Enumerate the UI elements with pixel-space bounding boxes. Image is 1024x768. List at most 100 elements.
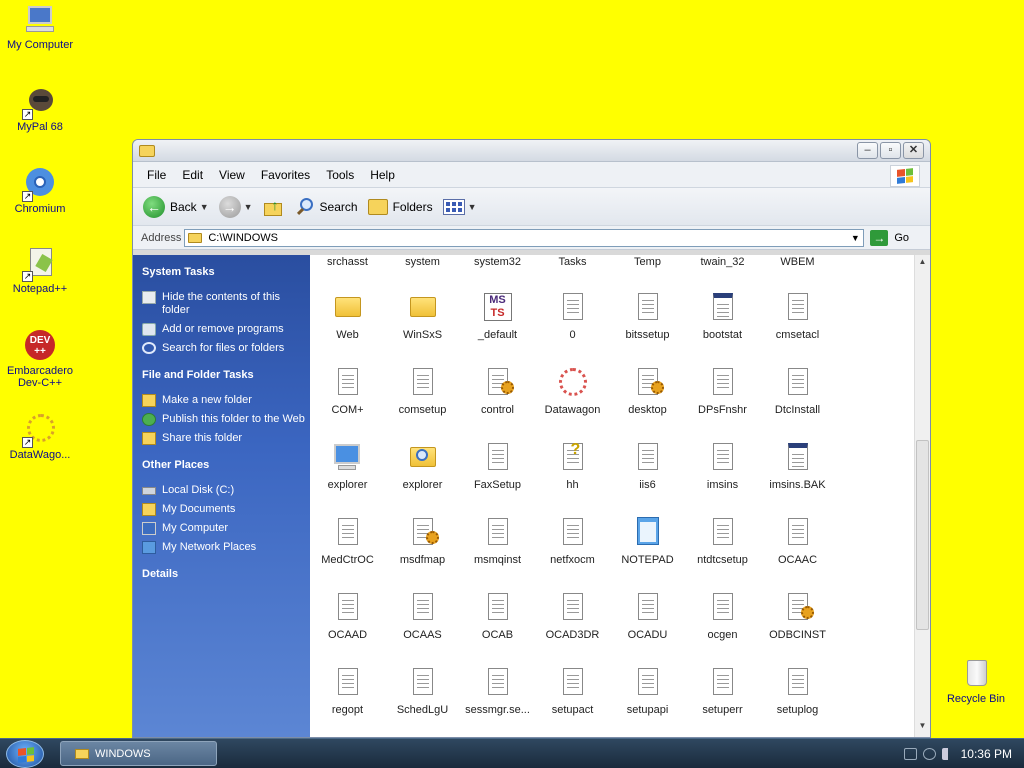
desktop-icon-recycle-bin[interactable]: Recycle Bin <box>936 658 1016 705</box>
address-input[interactable]: C:\WINDOWS ▼ <box>184 228 865 247</box>
file-item[interactable]: cmsetacl <box>760 291 835 341</box>
maximize-button[interactable]: ▫ <box>880 142 901 159</box>
file-item-label[interactable]: twain_32 <box>685 256 760 268</box>
vertical-scrollbar[interactable]: ▲ ▼ <box>914 255 930 737</box>
other-places-heading[interactable]: Other Places <box>142 459 310 471</box>
menu-view[interactable]: View <box>211 168 253 182</box>
file-item[interactable]: OCAAC <box>760 516 835 566</box>
new-folder-link[interactable]: Make a new folder <box>142 394 310 407</box>
file-item[interactable]: desktop <box>610 366 685 416</box>
file-item[interactable]: iis6 <box>610 441 685 491</box>
file-item[interactable]: bitssetup <box>610 291 685 341</box>
file-item[interactable]: DPsFnshr <box>685 366 760 416</box>
scroll-up-icon[interactable]: ▲ <box>915 257 930 271</box>
menu-file[interactable]: File <box>139 168 174 182</box>
file-item[interactable]: setupact <box>535 666 610 716</box>
search-button[interactable]: Search <box>295 197 358 217</box>
file-item[interactable]: OCAAD <box>310 591 385 641</box>
file-item[interactable]: comsetup <box>385 366 460 416</box>
network-icon[interactable] <box>922 747 936 760</box>
file-item[interactable]: SchedLgU <box>385 666 460 716</box>
file-item[interactable]: control <box>460 366 535 416</box>
scroll-thumb[interactable] <box>916 440 929 630</box>
file-item[interactable]: NOTEPAD <box>610 516 685 566</box>
up-folder-button[interactable]: ↑ <box>263 197 285 217</box>
desktop-icon-mypal[interactable]: ↗ MyPal 68 <box>0 86 80 133</box>
views-button[interactable]: ▼ <box>442 198 477 215</box>
file-item[interactable]: regopt <box>310 666 385 716</box>
start-button[interactable] <box>6 740 44 768</box>
file-item-label[interactable]: system <box>385 256 460 268</box>
file-list[interactable]: srchasst system system32 Tasks Temp twai… <box>310 255 914 737</box>
file-item[interactable]: ntdtcsetup <box>685 516 760 566</box>
file-item[interactable]: ODBCINST <box>760 591 835 641</box>
title-bar[interactable]: – ▫ ✕ <box>133 140 930 162</box>
add-remove-programs-link[interactable]: Add or remove programs <box>142 323 310 336</box>
forward-button[interactable]: → ▼ <box>218 195 253 218</box>
chevron-down-icon[interactable]: ▼ <box>244 202 253 212</box>
file-item[interactable]: Datawagon <box>535 366 610 416</box>
chevron-down-icon[interactable]: ▼ <box>468 202 477 212</box>
local-disk-link[interactable]: Local Disk (C:) <box>142 484 310 497</box>
file-item-label[interactable]: system32 <box>460 256 535 268</box>
clock[interactable]: 10:36 PM <box>961 747 1012 761</box>
file-folder-tasks-heading[interactable]: File and Folder Tasks <box>142 369 310 381</box>
file-item[interactable]: OCAB <box>460 591 535 641</box>
close-button[interactable]: ✕ <box>903 142 924 159</box>
chevron-down-icon[interactable]: ▼ <box>847 230 863 246</box>
menu-edit[interactable]: Edit <box>174 168 211 182</box>
file-item[interactable]: msdfmap <box>385 516 460 566</box>
desktop-icon-my-computer[interactable]: My Computer <box>0 4 80 51</box>
file-item[interactable]: explorer <box>310 441 385 491</box>
my-computer-link[interactable]: My Computer <box>142 522 310 535</box>
chevron-down-icon[interactable]: ▼ <box>200 202 209 212</box>
desktop-icon-notepadpp[interactable]: ↗ Notepad++ <box>0 248 80 295</box>
my-documents-link[interactable]: My Documents <box>142 503 310 516</box>
back-button[interactable]: ← Back ▼ <box>143 195 209 218</box>
publish-web-link[interactable]: Publish this folder to the Web <box>142 413 310 426</box>
file-item-label[interactable]: WBEM <box>760 256 835 268</box>
desktop-icon-chromium[interactable]: ↗ Chromium <box>0 168 80 215</box>
file-item[interactable]: setuplog <box>760 666 835 716</box>
file-item[interactable]: imsins.BAK <box>760 441 835 491</box>
desktop-icon-datawagon[interactable]: ↗ DataWago... <box>0 414 80 461</box>
menu-favorites[interactable]: Favorites <box>253 168 318 182</box>
go-button[interactable]: → Go <box>870 229 909 246</box>
file-item[interactable]: OCAD3DR <box>535 591 610 641</box>
folder-item[interactable]: WinSxS <box>385 291 460 341</box>
folder-item[interactable]: Web <box>310 291 385 341</box>
file-item[interactable]: DtcInstall <box>760 366 835 416</box>
file-item[interactable]: bootstat <box>685 291 760 341</box>
file-item[interactable]: ocgen <box>685 591 760 641</box>
file-item[interactable]: FaxSetup <box>460 441 535 491</box>
file-item[interactable]: sessmgr.se... <box>460 666 535 716</box>
share-folder-link[interactable]: Share this folder <box>142 432 310 445</box>
file-item[interactable]: OCADU <box>610 591 685 641</box>
folders-button[interactable]: Folders <box>367 198 433 215</box>
hide-contents-link[interactable]: Hide the contents of this folder <box>142 291 310 317</box>
file-item-label[interactable]: Temp <box>610 256 685 268</box>
file-item-label[interactable]: srchasst <box>310 256 385 268</box>
explorer-window[interactable]: – ▫ ✕ File Edit View Favorites Tools Hel… <box>132 139 931 738</box>
file-item[interactable]: OCAAS <box>385 591 460 641</box>
file-item-label[interactable]: Tasks <box>535 256 610 268</box>
search-files-link[interactable]: Search for files or folders <box>142 342 310 355</box>
system-tasks-heading[interactable]: System Tasks <box>142 266 310 278</box>
details-heading[interactable]: Details <box>142 568 310 580</box>
file-item[interactable]: 0 <box>535 291 610 341</box>
file-item[interactable]: explorer <box>385 441 460 491</box>
file-item[interactable]: netfxocm <box>535 516 610 566</box>
scroll-down-icon[interactable]: ▼ <box>915 721 930 735</box>
my-network-places-link[interactable]: My Network Places <box>142 541 310 554</box>
keyboard-icon[interactable] <box>903 747 917 760</box>
desktop-icon-devcpp[interactable]: DEV ++ Embarcadero Dev-C++ <box>0 330 80 389</box>
file-item[interactable]: setupapi <box>610 666 685 716</box>
file-item[interactable]: MS TS _default <box>460 291 535 341</box>
file-item[interactable]: ? hh <box>535 441 610 491</box>
file-item[interactable]: msmqinst <box>460 516 535 566</box>
taskbar-button-windows[interactable]: WINDOWS <box>60 741 217 766</box>
file-item[interactable]: COM+ <box>310 366 385 416</box>
minimize-button[interactable]: – <box>857 142 878 159</box>
file-item[interactable]: MedCtrOC <box>310 516 385 566</box>
menu-help[interactable]: Help <box>362 168 403 182</box>
